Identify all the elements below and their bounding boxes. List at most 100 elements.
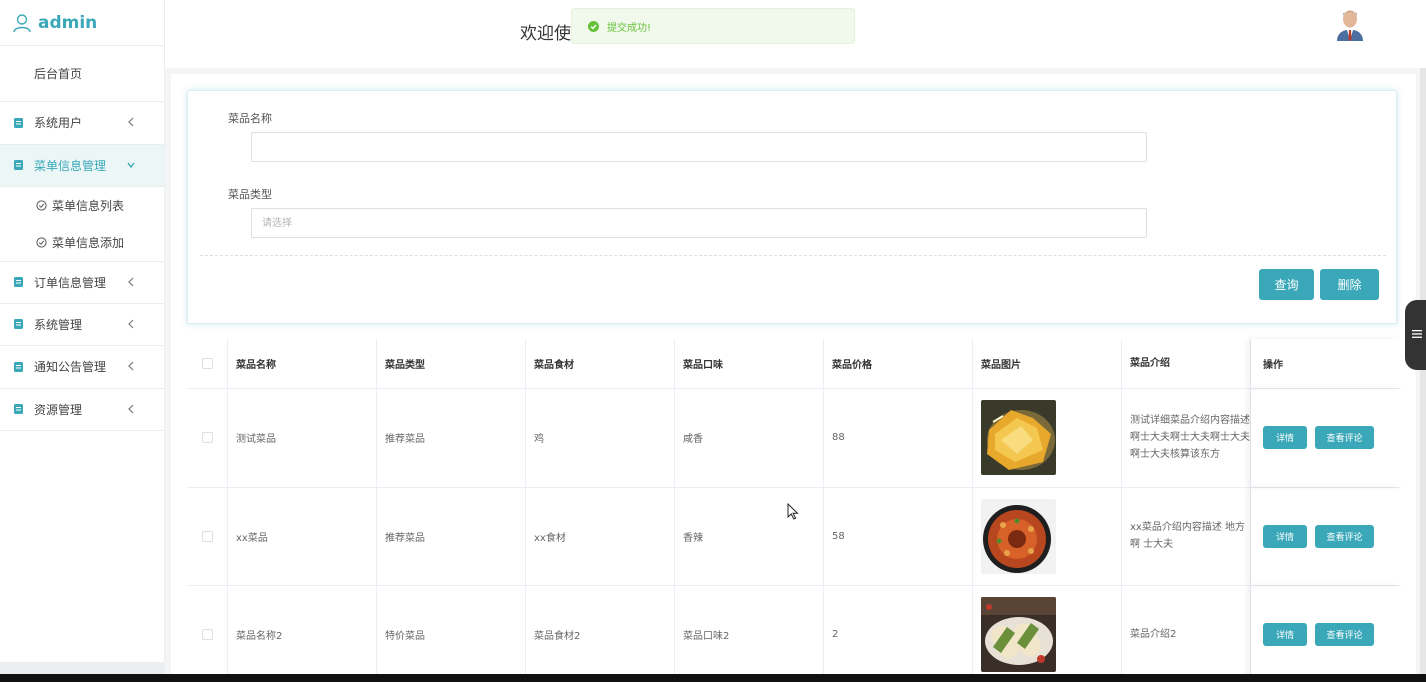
chevron-left-icon [128,319,134,328]
dish-intro-text: xx菜品介绍内容描述 地方啊 士大夫 [1130,522,1246,551]
dish-type-cell: 特价菜品 [377,586,526,674]
view-comments-button[interactable]: 查看评论 [1315,623,1374,647]
dish-type-cell: 推荐菜品 [377,487,526,585]
document-icon [14,319,23,330]
sidebar-item-label: 系统用户 [34,116,83,131]
dish-intro-cell: xx菜品介绍内容描述 地方啊 士大夫 [1122,487,1251,585]
select-all-checkbox[interactable] [201,358,213,369]
dish-image-cell [973,586,1122,674]
column-header: 操作 [1251,339,1401,388]
dish-intro-cell: 菜品介绍2 [1122,586,1251,674]
dish-price-cell: 58 [824,487,973,585]
column-header: 菜品名称 [228,339,377,388]
dish-intro-text: 测试详细菜品介绍内容描述 啊士大夫啊士大夫啊士大夫 啊士大夫核算该东方 [1130,415,1250,461]
dish-ingredient-cell: 菜品食材2 [526,586,675,674]
form-divider [200,255,1386,256]
column-header: 菜品食材 [526,339,675,388]
sidebar-item-notice-manage[interactable]: 通知公告管理 [0,346,164,389]
logo: admin [0,0,164,46]
row-select-cell [187,487,228,585]
row-checkbox[interactable] [201,530,213,542]
submenu-item-menu-list[interactable]: 菜单信息列表 [0,187,164,224]
column-header: 菜品口味 [675,339,824,388]
chevron-left-icon [128,277,134,287]
sidebar-item-label: 订单信息管理 [34,275,107,290]
dish-type-select[interactable] [251,208,1147,238]
user-icon [13,13,31,32]
sidebar-item-label: 资源管理 [34,402,83,417]
sidebar-item-order-info[interactable]: 订单信息管理 [0,261,164,304]
sidebar-item-resource-manage[interactable]: 资源管理 [0,389,164,431]
sidebar-item-menu-info[interactable]: 菜单信息管理 [0,144,164,187]
main-content: 菜品名称 菜品类型 查询 删除 菜品名称 菜品类型 菜品食材 菜品口味 菜品价格… [165,68,1426,674]
sidebar-footer-strip [0,662,165,674]
bottom-bar [0,674,1426,682]
dish-name-label: 菜品名称 [228,112,272,125]
sidebar-item-label: 菜单信息管理 [34,158,107,173]
sidebar-item-home[interactable]: 后台首页 [0,46,164,102]
avatar[interactable] [1337,9,1363,41]
actions-cell: 详情 查看评论 [1251,488,1401,586]
check-circle-icon [36,237,47,248]
dish-name-input[interactable] [251,132,1147,162]
welcome-text: 欢迎使 [520,24,571,44]
sidebar-item-label: 系统管理 [34,317,83,332]
dish-intro-text: 菜品介绍2 [1130,629,1177,641]
handle-icon [1412,330,1422,338]
sidebar-item-system-manage[interactable]: 系统管理 [0,304,164,346]
document-icon [14,277,23,288]
document-icon [14,404,23,415]
row-checkbox[interactable] [201,432,213,444]
dish-taste-cell: 咸香 [675,389,824,487]
column-header: 菜品价格 [824,339,973,388]
check-circle-icon [36,200,47,211]
submenu-item-label: 菜单信息添加 [52,236,125,250]
dish-taste-cell: 菜品口味2 [675,586,824,674]
dish-name-cell: 菜品名称2 [228,586,377,674]
dish-ingredient-cell: xx食材 [526,487,675,585]
dish-type-cell: 推荐菜品 [377,389,526,487]
sidebar-item-system-users[interactable]: 系统用户 [0,102,164,145]
document-icon [14,160,23,171]
dish-price-cell: 2 [824,586,973,674]
dish-name-cell: xx菜品 [228,487,377,585]
dish-ingredient-cell: 鸡 [526,389,675,487]
vertical-scrollbar[interactable] [1420,68,1426,674]
actions-cell: 详情 查看评论 [1251,389,1401,487]
column-header: 菜品图片 [973,339,1122,388]
sidebar: admin 后台首页 系统用户 菜单信息管理 菜单信息列表 菜单信息添加 订单信… [0,0,165,682]
dish-image [981,498,1056,574]
success-toast: 提交成功! [571,8,855,44]
document-icon [14,117,23,128]
content-panel: 菜品名称 菜品类型 查询 删除 菜品名称 菜品类型 菜品食材 菜品口味 菜品价格… [171,74,1416,674]
actions-cell: 详情 查看评论 [1251,586,1401,674]
success-check-icon [588,20,599,32]
column-header: 菜品类型 [377,339,526,388]
mouse-cursor-icon [787,503,799,520]
document-icon [14,361,23,372]
submenu-item-menu-add[interactable]: 菜单信息添加 [0,224,164,261]
dish-intro-cell: 测试详细菜品介绍内容描述 啊士大夫啊士大夫啊士大夫 啊士大夫核算该东方 [1122,389,1251,487]
view-comments-button[interactable]: 查看评论 [1315,524,1374,548]
chevron-down-icon [127,162,135,168]
detail-button[interactable]: 详情 [1263,426,1307,450]
app-title: admin [38,12,98,33]
side-drawer-handle[interactable] [1405,300,1426,370]
detail-button[interactable]: 详情 [1263,623,1307,647]
dish-taste-cell: 香辣 [675,487,824,585]
toast-message: 提交成功! [607,22,652,34]
chevron-left-icon [128,117,134,127]
search-form-card: 菜品名称 菜品类型 查询 删除 [187,90,1397,324]
dish-name-cell: 测试菜品 [228,389,377,487]
row-checkbox[interactable] [201,629,213,641]
detail-button[interactable]: 详情 [1263,524,1307,548]
dish-type-label: 菜品类型 [228,188,272,201]
query-button[interactable]: 查询 [1259,269,1314,300]
column-header: 菜品介绍 [1122,339,1251,388]
view-comments-button[interactable]: 查看评论 [1315,426,1374,450]
table-header-row: 菜品名称 菜品类型 菜品食材 菜品口味 菜品价格 菜品图片 菜品介绍 操作 [187,339,1401,389]
delete-button[interactable]: 删除 [1320,269,1379,300]
submenu-item-label: 菜单信息列表 [52,199,125,213]
dish-image [981,597,1056,673]
dish-price-cell: 88 [824,389,973,487]
